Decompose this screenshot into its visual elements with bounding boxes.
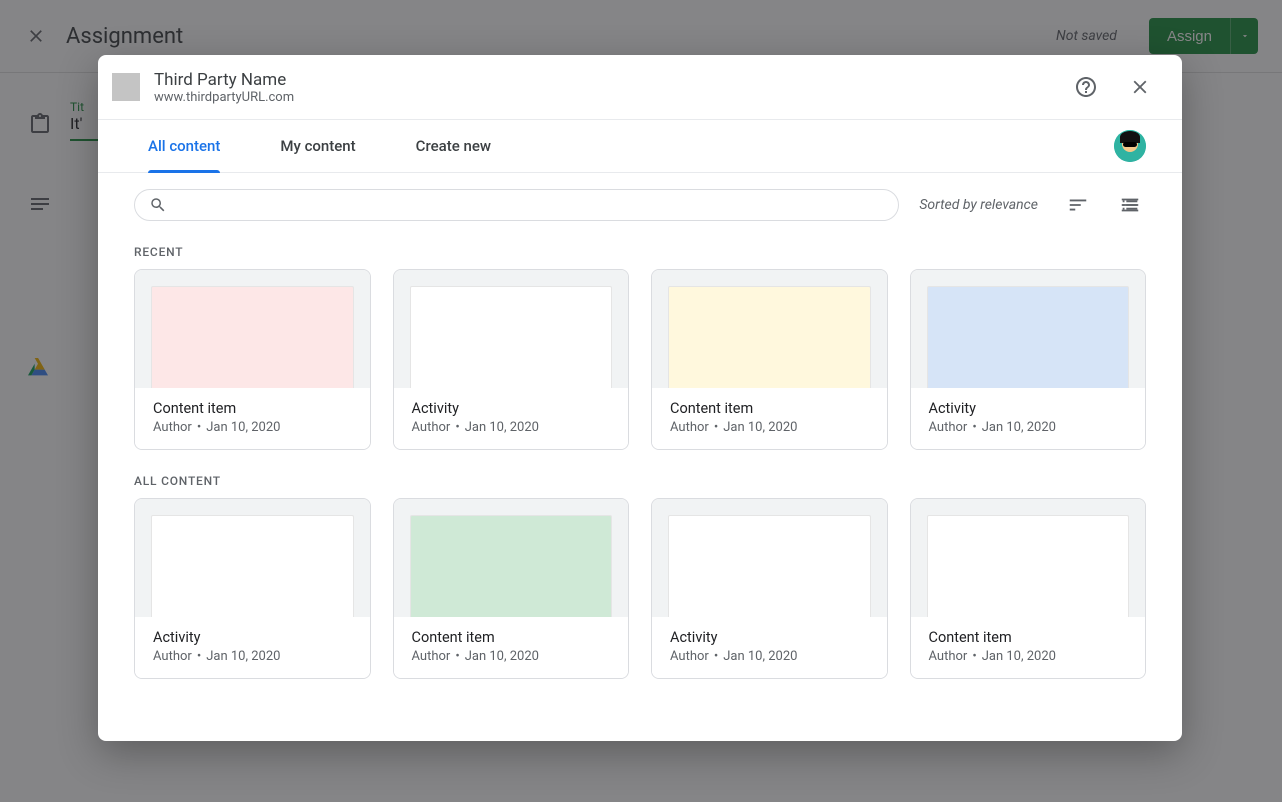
list-view-icon <box>1119 194 1141 216</box>
content-card[interactable]: Content item Author•Jan 10, 2020 <box>134 269 371 450</box>
card-meta: Author•Jan 10, 2020 <box>670 649 869 664</box>
card-thumbnail <box>927 286 1130 388</box>
content-card[interactable]: Activity Author•Jan 10, 2020 <box>910 269 1147 450</box>
card-thumbnail <box>927 515 1130 617</box>
help-icon <box>1074 75 1098 99</box>
card-thumb-wrap <box>911 270 1146 388</box>
third-party-url: www.thirdpartyURL.com <box>154 90 294 105</box>
card-info: Activity Author•Jan 10, 2020 <box>652 617 887 678</box>
card-thumbnail <box>410 286 613 388</box>
sort-button[interactable] <box>1062 189 1094 221</box>
card-thumb-wrap <box>394 499 629 617</box>
help-button[interactable] <box>1066 67 1106 107</box>
toolbar: Sorted by relevance <box>134 189 1146 221</box>
content-picker-modal: Third Party Name www.thirdpartyURL.com A… <box>98 55 1182 741</box>
card-info: Activity Author•Jan 10, 2020 <box>135 617 370 678</box>
card-thumb-wrap <box>652 270 887 388</box>
card-meta: Author•Jan 10, 2020 <box>929 420 1128 435</box>
card-thumb-wrap <box>911 499 1146 617</box>
card-info: Activity Author•Jan 10, 2020 <box>911 388 1146 449</box>
list-view-button[interactable] <box>1114 189 1146 221</box>
card-info: Content item Author•Jan 10, 2020 <box>394 617 629 678</box>
content-card[interactable]: Activity Author•Jan 10, 2020 <box>134 498 371 679</box>
content-card[interactable]: Activity Author•Jan 10, 2020 <box>393 269 630 450</box>
card-thumbnail <box>410 515 613 617</box>
card-thumbnail <box>668 515 871 617</box>
sort-icon <box>1067 194 1089 216</box>
modal-header: Third Party Name www.thirdpartyURL.com <box>98 55 1182 120</box>
avatar[interactable] <box>1114 130 1146 162</box>
card-thumb-wrap <box>135 270 370 388</box>
card-title: Content item <box>670 400 869 417</box>
search-input[interactable] <box>177 197 884 213</box>
card-thumb-wrap <box>652 499 887 617</box>
search-icon <box>149 196 167 214</box>
tab-create-new[interactable]: Create new <box>416 120 491 172</box>
card-meta: Author•Jan 10, 2020 <box>412 649 611 664</box>
card-meta: Author•Jan 10, 2020 <box>153 649 352 664</box>
card-thumbnail <box>151 286 354 388</box>
card-info: Content item Author•Jan 10, 2020 <box>652 388 887 449</box>
content-card[interactable]: Activity Author•Jan 10, 2020 <box>651 498 888 679</box>
card-info: Activity Author•Jan 10, 2020 <box>394 388 629 449</box>
recent-grid: Content itemAuthor•Jan 10, 2020ActivityA… <box>134 269 1146 450</box>
tab-all-content[interactable]: All content <box>148 120 220 172</box>
card-meta: Author•Jan 10, 2020 <box>670 420 869 435</box>
search-box[interactable] <box>134 189 899 221</box>
card-meta: Author•Jan 10, 2020 <box>412 420 611 435</box>
card-title: Activity <box>153 629 352 646</box>
card-thumbnail <box>668 286 871 388</box>
sort-label: Sorted by relevance <box>919 197 1042 213</box>
section-label-all: ALL CONTENT <box>134 474 1146 488</box>
modal-body: Sorted by relevance RECENT Content item A… <box>98 173 1182 741</box>
third-party-logo <box>112 73 140 101</box>
card-title: Content item <box>412 629 611 646</box>
card-title: Activity <box>929 400 1128 417</box>
card-meta: Author•Jan 10, 2020 <box>153 420 352 435</box>
card-title: Activity <box>412 400 611 417</box>
card-title: Content item <box>929 629 1128 646</box>
card-meta: Author•Jan 10, 2020 <box>929 649 1128 664</box>
close-icon <box>1129 76 1151 98</box>
content-card[interactable]: Content item Author•Jan 10, 2020 <box>393 498 630 679</box>
card-info: Content item Author•Jan 10, 2020 <box>135 388 370 449</box>
close-modal-button[interactable] <box>1120 67 1160 107</box>
card-info: Content item Author•Jan 10, 2020 <box>911 617 1146 678</box>
modal-tabs: All content My content Create new <box>98 120 1182 173</box>
content-card[interactable]: Content item Author•Jan 10, 2020 <box>651 269 888 450</box>
content-card[interactable]: Content item Author•Jan 10, 2020 <box>910 498 1147 679</box>
third-party-name: Third Party Name <box>154 70 294 90</box>
card-thumbnail <box>151 515 354 617</box>
card-title: Activity <box>670 629 869 646</box>
tab-my-content[interactable]: My content <box>280 120 355 172</box>
card-thumb-wrap <box>135 499 370 617</box>
section-label-recent: RECENT <box>134 245 1146 259</box>
card-title: Content item <box>153 400 352 417</box>
card-thumb-wrap <box>394 270 629 388</box>
all-content-grid: Activity Author•Jan 10, 2020 Content item A… <box>134 498 1146 679</box>
